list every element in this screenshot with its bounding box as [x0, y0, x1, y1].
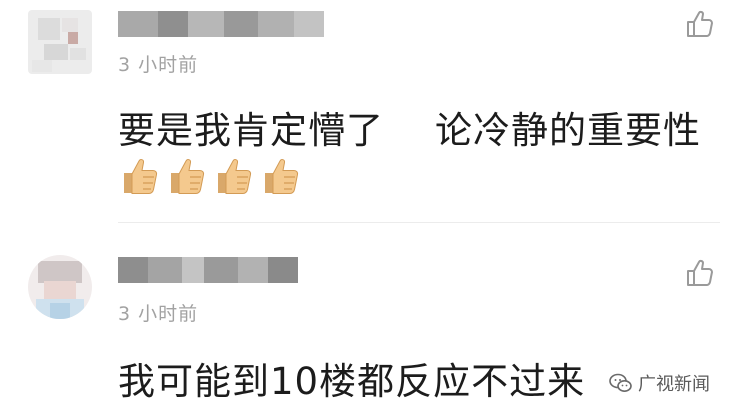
- thumbs-up-like-icon[interactable]: [684, 8, 716, 40]
- username-blurred[interactable]: [118, 257, 298, 283]
- username-blurred[interactable]: [118, 11, 324, 37]
- comment-item: 3 小时前 要是我肯定懵了 论冷静的重要性: [0, 0, 750, 222]
- watermark: 广视新闻: [608, 368, 710, 398]
- comment-time: 3 小时前: [118, 54, 199, 76]
- thumbs-up-emoji-icon: [124, 159, 158, 194]
- comment-text: 要是我肯定懵了 论冷静的重要性: [118, 109, 702, 152]
- wechat-icon: [609, 373, 632, 392]
- thumbs-up-like-icon[interactable]: [684, 257, 716, 289]
- avatar[interactable]: [28, 255, 92, 319]
- thumbs-up-emoji-icon: [265, 159, 299, 194]
- thumbs-up-emoji-icon: [218, 159, 252, 194]
- comment-text: 我可能到10楼都反应不过来: [118, 360, 586, 403]
- watermark-text: 广视新闻: [638, 374, 710, 395]
- thumbs-up-emoji-icon: [171, 159, 205, 194]
- avatar[interactable]: [28, 10, 92, 74]
- comment-time: 3 小时前: [118, 303, 199, 325]
